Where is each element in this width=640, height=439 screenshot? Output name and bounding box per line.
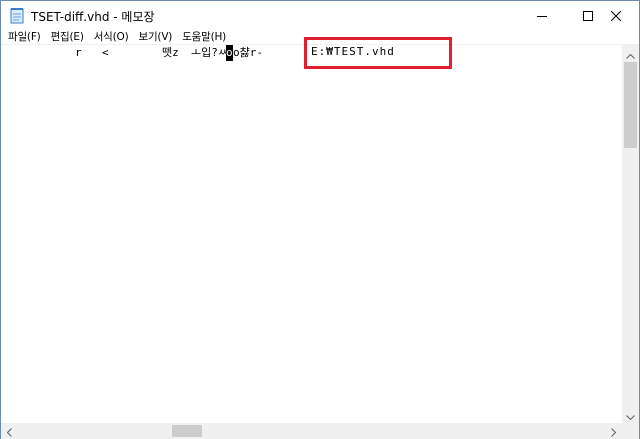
text-fragment: r	[75, 46, 82, 59]
scrollbar-corner	[622, 423, 639, 439]
minimize-icon	[537, 6, 547, 25]
selected-character: o	[226, 45, 233, 61]
text-fragment: <	[102, 46, 109, 59]
window-title: TSET-diff.vhd - 메모장	[31, 10, 155, 24]
text-editor[interactable]: r < 뗏z ㅗ입?ㅆ o o챯r-	[1, 45, 622, 423]
vertical-scrollbar[interactable]	[622, 45, 639, 423]
chevron-down-icon	[626, 405, 635, 424]
minimize-button[interactable]	[519, 1, 565, 30]
chevron-right-icon	[611, 422, 617, 439]
chevron-left-icon	[6, 422, 12, 439]
horizontal-scrollbar[interactable]	[1, 423, 622, 439]
text-fragment: ㅗ입?ㅆ	[191, 46, 228, 59]
file-path-text: E:₩TEST.vhd	[311, 45, 395, 58]
text-line: r < 뗏z ㅗ입?ㅆ o o챯r-	[5, 45, 263, 61]
menu-edit[interactable]: 편집(E)	[46, 29, 89, 44]
menu-help[interactable]: 도움말(H)	[177, 29, 231, 44]
scroll-down-button[interactable]	[622, 406, 639, 423]
horizontal-scroll-thumb[interactable]	[172, 425, 202, 437]
maximize-icon	[583, 6, 593, 25]
notepad-icon	[10, 7, 25, 24]
menu-view[interactable]: 보기(V)	[134, 29, 178, 44]
close-button[interactable]	[593, 1, 639, 30]
title-bar[interactable]: TSET-diff.vhd - 메모장	[1, 1, 639, 30]
text-fragment: o챯r-	[233, 46, 263, 59]
close-icon	[610, 6, 622, 25]
scroll-right-button[interactable]	[605, 423, 622, 439]
chevron-up-icon	[626, 44, 635, 63]
text-fragment: 뗏z	[162, 46, 179, 59]
scroll-left-button[interactable]	[1, 423, 18, 439]
vertical-scroll-thumb[interactable]	[624, 62, 637, 148]
menu-file[interactable]: 파일(F)	[3, 29, 46, 44]
scroll-up-button[interactable]	[622, 45, 639, 62]
notepad-window: TSET-diff.vhd - 메모장 파일(F) 편집(E) 서식(O) 보기…	[0, 0, 640, 439]
menu-format[interactable]: 서식(O)	[89, 29, 134, 44]
